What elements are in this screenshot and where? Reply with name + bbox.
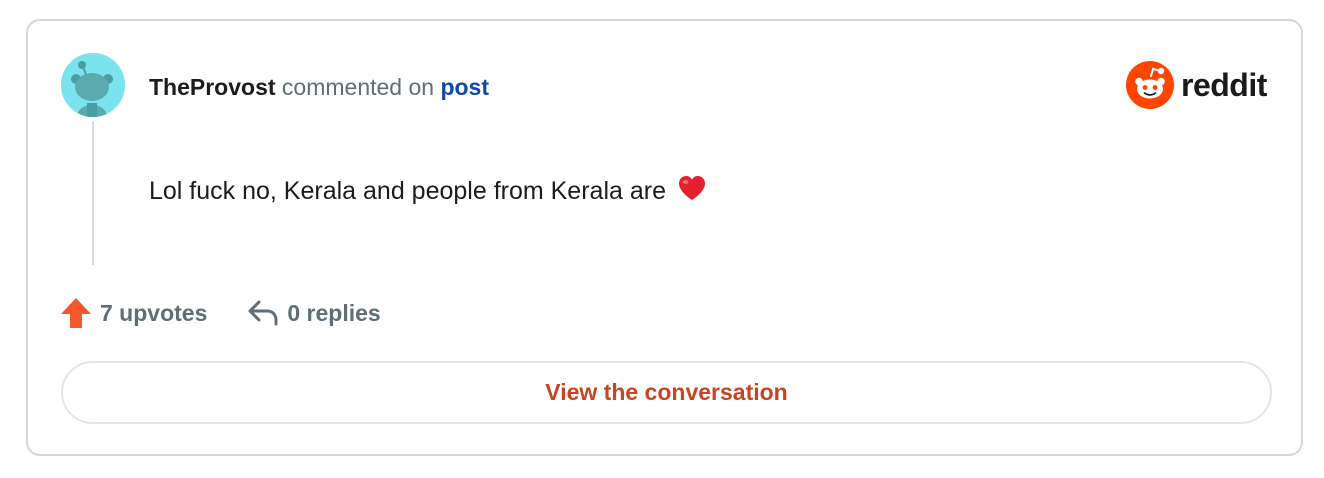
- post-link[interactable]: post: [440, 74, 489, 100]
- comment-actions: 7 upvotes 0 replies: [60, 296, 381, 330]
- reply-arrow-icon: [248, 300, 278, 326]
- reddit-wordmark: reddit: [1181, 67, 1267, 103]
- upvote-arrow-icon: [61, 298, 91, 328]
- comment-embed-card: TheProvost commented on post reddit Lol …: [26, 19, 1303, 456]
- reddit-logo[interactable]: reddit: [1126, 60, 1267, 110]
- replies-count: 0 replies: [287, 299, 381, 326]
- snoo-avatar-icon: [61, 53, 125, 117]
- comment-header: TheProvost commented on post: [149, 73, 489, 101]
- thread-line: [92, 121, 94, 265]
- reddit-snoo-icon: [1126, 61, 1174, 109]
- replies-action[interactable]: 0 replies: [247, 299, 381, 327]
- heart-emoji: [678, 176, 705, 200]
- author-username[interactable]: TheProvost: [149, 74, 276, 100]
- view-conversation-button[interactable]: View the conversation: [61, 361, 1272, 424]
- comment-text: Lol fuck no, Kerala and people from Kera…: [149, 177, 666, 205]
- upvote-count: 7 upvotes: [100, 299, 208, 326]
- comment-body: Lol fuck no, Kerala and people from Kera…: [149, 174, 707, 207]
- commented-on-text: commented on: [281, 74, 435, 100]
- user-avatar[interactable]: [61, 53, 125, 117]
- upvote-action[interactable]: 7 upvotes: [60, 296, 207, 330]
